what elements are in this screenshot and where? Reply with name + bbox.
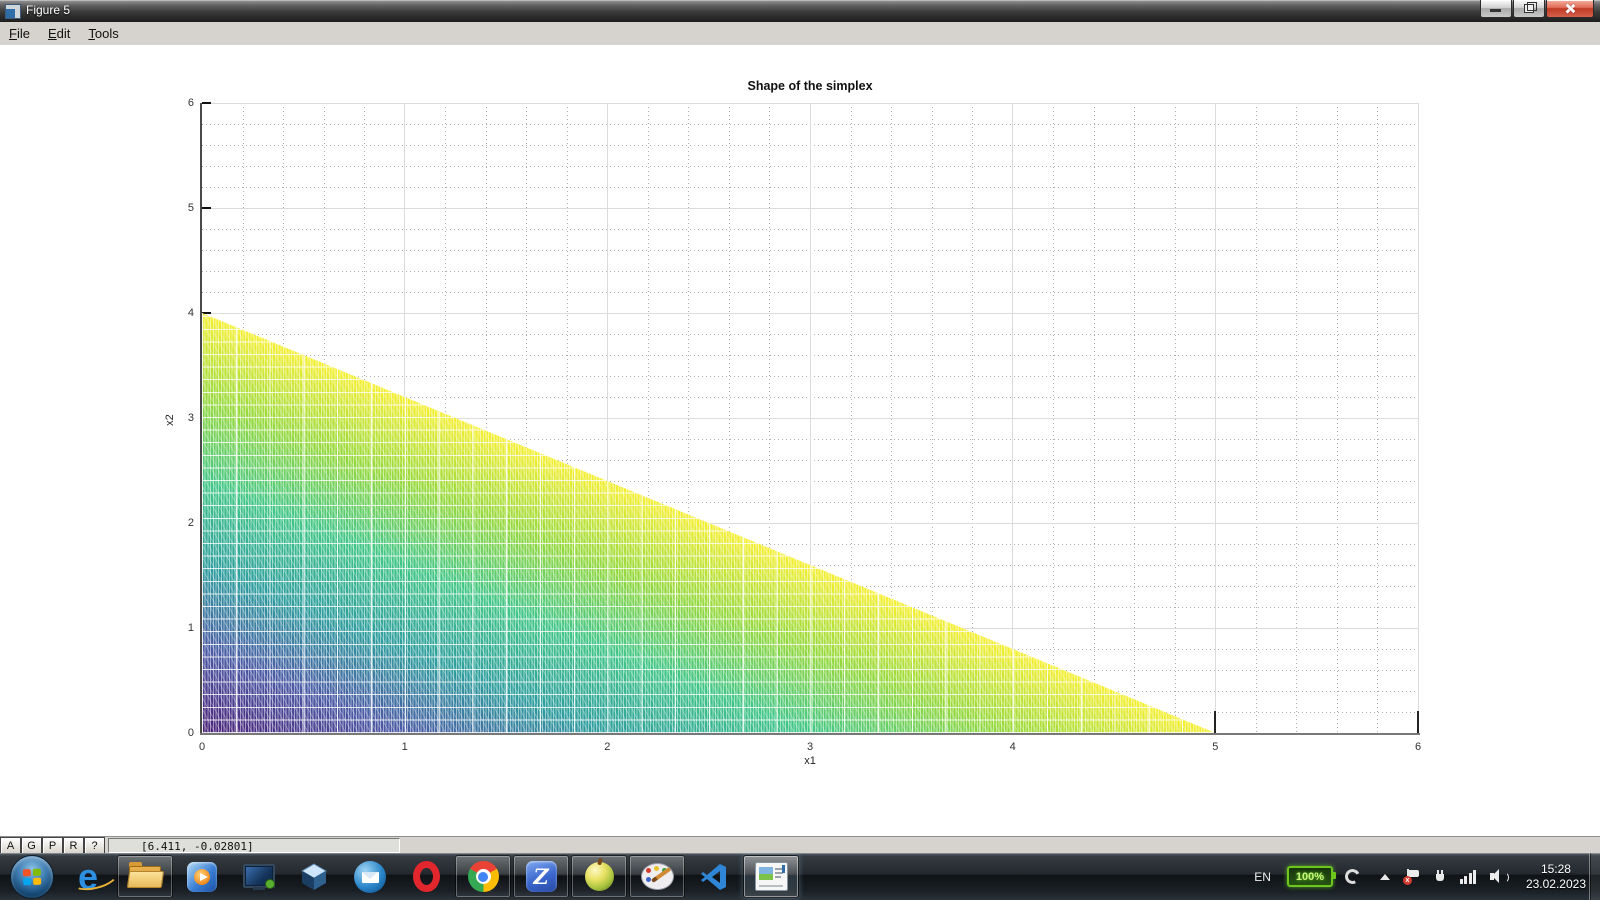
figure-window-preview-icon [754, 862, 788, 891]
blue-z-app-icon: Z [525, 861, 557, 892]
axis-box-mark [1214, 711, 1217, 733]
file-explorer-icon [126, 861, 165, 888]
x-tick-label: 5 [1212, 741, 1219, 753]
thunderbird-icon [354, 860, 386, 893]
taskbar-button-file-explorer[interactable] [117, 855, 173, 898]
taskbar-button-paint-app[interactable] [629, 855, 685, 898]
taskbar: e Z EN 100% x 15:28 23.02.2023 [0, 853, 1600, 900]
taskbar-button-chrome[interactable] [455, 855, 511, 898]
major-gridline-h [202, 207, 1418, 209]
x-axis-label: x1 [804, 755, 816, 767]
close-icon [1564, 3, 1575, 14]
taskbar-button-virtualbox[interactable] [287, 856, 341, 897]
clock[interactable]: 15:28 23.02.2023 [1526, 862, 1586, 892]
show-hidden-icons-button[interactable] [1379, 873, 1390, 880]
statusbar-button-help[interactable]: ? [84, 837, 105, 854]
y-tick-mark [202, 102, 211, 104]
y-tick-label: 5 [187, 202, 194, 214]
axis-box-mark [1417, 711, 1419, 733]
monitor-icon [243, 863, 275, 890]
taskbar-button-opera[interactable] [399, 856, 453, 897]
restore-button[interactable] [1513, 0, 1545, 18]
action-center-flag-icon[interactable]: x [1402, 869, 1420, 885]
x-tick-label: 6 [1414, 741, 1422, 753]
menu-file[interactable]: File [0, 24, 39, 43]
y-tick-label: 4 [187, 307, 194, 319]
statusbar-button-a[interactable]: A [0, 837, 21, 854]
statusbar-button-p[interactable]: P [42, 837, 63, 854]
plot-area[interactable]: 0 1 2 3 4 5 6 0 1 2 3 4 5 6 [188, 97, 1421, 753]
coordinate-readout: [6.411, -0.02801] [108, 838, 400, 853]
menu-tools[interactable]: Tools [79, 24, 127, 43]
x-tick-label: 1 [401, 741, 408, 753]
y-axis-label: x2 [164, 414, 176, 426]
battery-percent: 100% [1295, 870, 1324, 883]
taskbar-button-remote-desktop[interactable] [231, 856, 285, 897]
statusbar-button-r[interactable]: R [63, 837, 84, 854]
language-indicator[interactable]: EN [1254, 870, 1271, 884]
taskbar-button-blue-z-app[interactable]: Z [513, 855, 569, 898]
opera-icon [412, 861, 440, 892]
menu-edit[interactable]: Edit [39, 24, 79, 43]
tray-plug-icon[interactable] [1434, 869, 1446, 884]
figure-statusbar: A G P R? [6.411, -0.02801] [0, 836, 1600, 854]
y-tick-label: 3 [187, 412, 194, 424]
restore-icon [1524, 2, 1537, 13]
volume-icon[interactable] [1489, 869, 1509, 884]
media-player-icon [187, 861, 217, 892]
x-axis-line [200, 733, 1420, 735]
major-gridline-h [202, 312, 1418, 314]
network-signal-icon[interactable] [1459, 869, 1478, 884]
taskbar-button-thunderbird[interactable] [343, 856, 397, 897]
x-tick-label: 0 [198, 741, 206, 753]
minimize-button[interactable] [1480, 0, 1512, 18]
power-connector-icon[interactable] [1342, 867, 1362, 886]
internet-explorer-icon: e [77, 855, 99, 897]
taskbar-button-3d-ball-app[interactable] [571, 855, 627, 898]
paint-palette-icon [640, 863, 674, 890]
show-desktop-button[interactable] [1589, 853, 1600, 900]
x-tick-label: 3 [806, 741, 814, 753]
desktop: Figure 5 File Edit Tools Shape of the simp… [0, 0, 1600, 900]
x-tick-label: 4 [1009, 741, 1016, 753]
minimize-icon [1490, 9, 1501, 12]
y-tick-label: 0 [187, 727, 194, 739]
tray-time: 15:28 [1540, 861, 1571, 876]
y-tick-label: 1 [187, 622, 194, 634]
y-tick-label: 6 [187, 97, 194, 109]
figure-window-icon [5, 4, 21, 19]
vscode-icon [701, 863, 726, 890]
battery-indicator[interactable]: 100% [1286, 866, 1336, 887]
statusbar-button-g[interactable]: G [21, 837, 42, 854]
taskbar-button-vscode[interactable] [687, 856, 741, 897]
statusbar-buttons: A G P R? [0, 837, 105, 854]
taskbar-button-internet-explorer[interactable]: e [61, 856, 115, 897]
virtualbox-cube-icon [301, 862, 327, 890]
system-tray: EN 100% x 15:28 23.02.2023 [1254, 853, 1586, 900]
chart-title: Shape of the simplex [747, 79, 873, 93]
major-gridline-h [202, 102, 1418, 104]
windows-logo-icon [10, 854, 54, 899]
taskbar-button-media-player[interactable] [175, 856, 229, 897]
tray-date: 23.02.2023 [1525, 876, 1586, 891]
window-title: Figure 5 [26, 3, 71, 17]
y-axis-line [200, 103, 202, 735]
figure-canvas[interactable]: Shape of the simplex 0 1 2 3 4 5 6 0 1 2 3 4 5 6 x1 x… [0, 45, 1600, 836]
menu-bar: File Edit Tools [0, 22, 1600, 46]
close-button[interactable] [1546, 0, 1594, 18]
x-tick-label: 2 [604, 741, 611, 753]
start-button[interactable] [5, 854, 59, 899]
chrome-icon [467, 861, 499, 892]
y-tick-mark [202, 207, 211, 209]
taskbar-button-figure-window[interactable] [743, 855, 799, 898]
y-tick-label: 2 [187, 517, 194, 529]
3d-ball-app-icon [584, 862, 614, 891]
window-titlebar: Figure 5 [0, 0, 1600, 22]
